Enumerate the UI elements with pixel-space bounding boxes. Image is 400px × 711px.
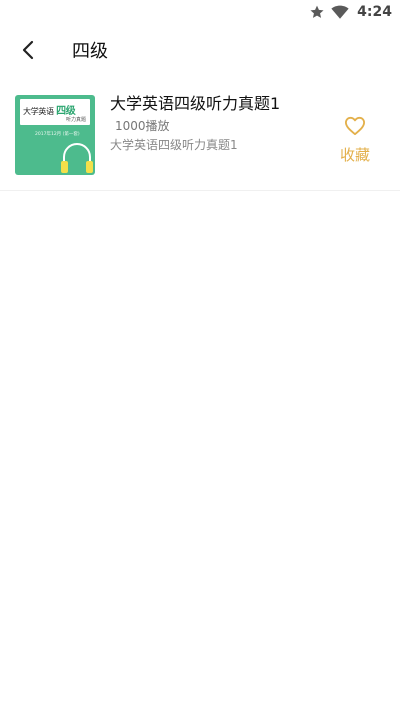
chevron-left-icon <box>21 40 35 64</box>
status-bar: 4:24 <box>0 0 400 24</box>
item-description: 大学英语四级听力真题1 <box>110 138 238 152</box>
status-time: 4:24 <box>357 4 392 20</box>
page-title: 四级 <box>72 41 108 62</box>
favorite-label: 收藏 <box>339 146 370 164</box>
play-count: 1000播放 <box>115 119 170 133</box>
status-icons: 4:24 <box>309 3 392 21</box>
list-item[interactable]: 大学英语 四级 听力真题 2017年12月 (第一套) 大学英语四级听力真题1 … <box>0 86 400 191</box>
item-title: 大学英语四级听力真题1 <box>110 94 281 113</box>
favorite-button[interactable]: 收藏 <box>338 116 372 164</box>
headphones-icon <box>60 139 94 175</box>
back-button[interactable] <box>12 36 44 68</box>
cover-subtitle: 听力真题 <box>65 117 86 123</box>
cover-date: 2017年12月 (第一套) <box>35 132 80 137</box>
heart-outline-icon <box>338 116 372 140</box>
wifi-icon <box>331 4 349 20</box>
cover-title-main: 大学英语 <box>23 107 54 116</box>
star-icon <box>309 4 325 20</box>
cover-title-band: 大学英语 四级 听力真题 <box>20 99 90 125</box>
cover-title: 大学英语 四级 <box>23 102 76 117</box>
header-bar: 四级 <box>0 28 400 76</box>
cover-image: 大学英语 四级 听力真题 2017年12月 (第一套) <box>15 95 95 175</box>
